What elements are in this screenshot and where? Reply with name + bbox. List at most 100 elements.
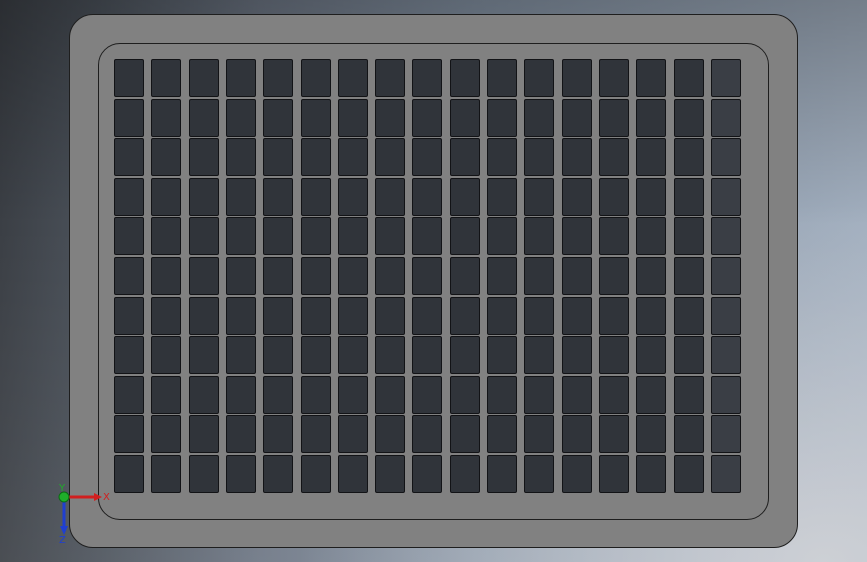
cell-pocket[interactable] (599, 138, 629, 176)
cell-pocket[interactable] (599, 376, 629, 414)
cell-pocket[interactable] (114, 217, 144, 255)
cell-pocket[interactable] (450, 415, 480, 453)
cell-pocket[interactable] (711, 297, 741, 335)
cell-pocket[interactable] (674, 297, 704, 335)
cell-pocket[interactable] (226, 376, 256, 414)
cell-pocket[interactable] (412, 178, 442, 216)
cell-pocket[interactable] (636, 376, 666, 414)
cell-pocket[interactable] (711, 376, 741, 414)
cell-pocket[interactable] (711, 217, 741, 255)
cell-pocket[interactable] (711, 455, 741, 493)
cell-pocket[interactable] (151, 99, 181, 137)
cell-pocket[interactable] (487, 415, 517, 453)
cell-pocket[interactable] (674, 415, 704, 453)
cell-pocket[interactable] (487, 59, 517, 97)
cell-pocket[interactable] (711, 178, 741, 216)
cell-pocket[interactable] (711, 99, 741, 137)
cell-pocket[interactable] (375, 99, 405, 137)
cell-pocket[interactable] (114, 336, 144, 374)
cell-pocket[interactable] (450, 336, 480, 374)
cell-pocket[interactable] (375, 297, 405, 335)
cell-pocket[interactable] (189, 455, 219, 493)
cell-pocket[interactable] (263, 257, 293, 295)
cell-pocket[interactable] (412, 257, 442, 295)
cell-pocket[interactable] (711, 415, 741, 453)
cell-pocket[interactable] (450, 297, 480, 335)
cell-pocket[interactable] (711, 59, 741, 97)
cell-pocket[interactable] (189, 297, 219, 335)
cell-pocket[interactable] (562, 217, 592, 255)
cell-pocket[interactable] (636, 138, 666, 176)
cell-pocket[interactable] (375, 138, 405, 176)
cell-pocket[interactable] (263, 59, 293, 97)
cell-pocket[interactable] (412, 138, 442, 176)
cell-pocket[interactable] (636, 99, 666, 137)
cell-pocket[interactable] (189, 138, 219, 176)
cell-pocket[interactable] (450, 178, 480, 216)
cell-pocket[interactable] (375, 59, 405, 97)
cell-pocket[interactable] (338, 59, 368, 97)
cell-pocket[interactable] (263, 138, 293, 176)
cell-pocket[interactable] (599, 257, 629, 295)
cell-pocket[interactable] (226, 297, 256, 335)
cell-pocket[interactable] (487, 297, 517, 335)
cell-pocket[interactable] (151, 217, 181, 255)
cell-pocket[interactable] (487, 455, 517, 493)
cell-pocket[interactable] (562, 336, 592, 374)
cell-pocket[interactable] (263, 178, 293, 216)
cell-pocket[interactable] (450, 138, 480, 176)
cell-pocket[interactable] (226, 59, 256, 97)
cell-pocket[interactable] (674, 455, 704, 493)
cell-pocket[interactable] (636, 455, 666, 493)
cell-pocket[interactable] (375, 415, 405, 453)
cell-pocket[interactable] (301, 376, 331, 414)
cell-pocket[interactable] (636, 415, 666, 453)
cell-pocket[interactable] (338, 138, 368, 176)
cell-pocket[interactable] (226, 138, 256, 176)
cell-pocket[interactable] (412, 59, 442, 97)
cell-pocket[interactable] (636, 217, 666, 255)
cell-pocket[interactable] (674, 217, 704, 255)
cell-pocket[interactable] (524, 415, 554, 453)
cell-pocket[interactable] (226, 257, 256, 295)
cell-pocket[interactable] (524, 257, 554, 295)
cell-pocket[interactable] (338, 455, 368, 493)
cell-pocket[interactable] (338, 217, 368, 255)
cell-pocket[interactable] (151, 257, 181, 295)
cell-pocket[interactable] (226, 415, 256, 453)
cell-pocket[interactable] (226, 217, 256, 255)
cell-pocket[interactable] (487, 138, 517, 176)
cell-pocket[interactable] (114, 376, 144, 414)
cell-pocket[interactable] (189, 336, 219, 374)
cell-pocket[interactable] (599, 178, 629, 216)
cell-pocket[interactable] (599, 59, 629, 97)
cell-pocket[interactable] (151, 336, 181, 374)
cell-pocket[interactable] (151, 297, 181, 335)
cell-pocket[interactable] (301, 138, 331, 176)
cell-pocket[interactable] (189, 257, 219, 295)
cell-pocket[interactable] (151, 178, 181, 216)
cell-pocket[interactable] (562, 415, 592, 453)
cell-pocket[interactable] (524, 297, 554, 335)
cell-pocket[interactable] (375, 376, 405, 414)
cell-pocket[interactable] (450, 257, 480, 295)
cell-pocket[interactable] (226, 178, 256, 216)
cell-pocket[interactable] (375, 257, 405, 295)
cell-pocket[interactable] (636, 257, 666, 295)
cell-pocket[interactable] (450, 455, 480, 493)
cell-pocket[interactable] (450, 217, 480, 255)
cell-pocket[interactable] (114, 178, 144, 216)
cell-pocket[interactable] (674, 376, 704, 414)
cell-pocket[interactable] (301, 59, 331, 97)
cell-pocket[interactable] (636, 336, 666, 374)
graphics-viewport[interactable]: Y X Z (0, 0, 867, 562)
cell-pocket[interactable] (599, 415, 629, 453)
cell-pocket[interactable] (301, 257, 331, 295)
cell-pocket[interactable] (487, 376, 517, 414)
cell-pocket[interactable] (412, 415, 442, 453)
cell-pocket[interactable] (263, 217, 293, 255)
cell-pocket[interactable] (301, 336, 331, 374)
cell-pocket[interactable] (263, 297, 293, 335)
cell-pocket[interactable] (338, 178, 368, 216)
cell-pocket[interactable] (674, 138, 704, 176)
